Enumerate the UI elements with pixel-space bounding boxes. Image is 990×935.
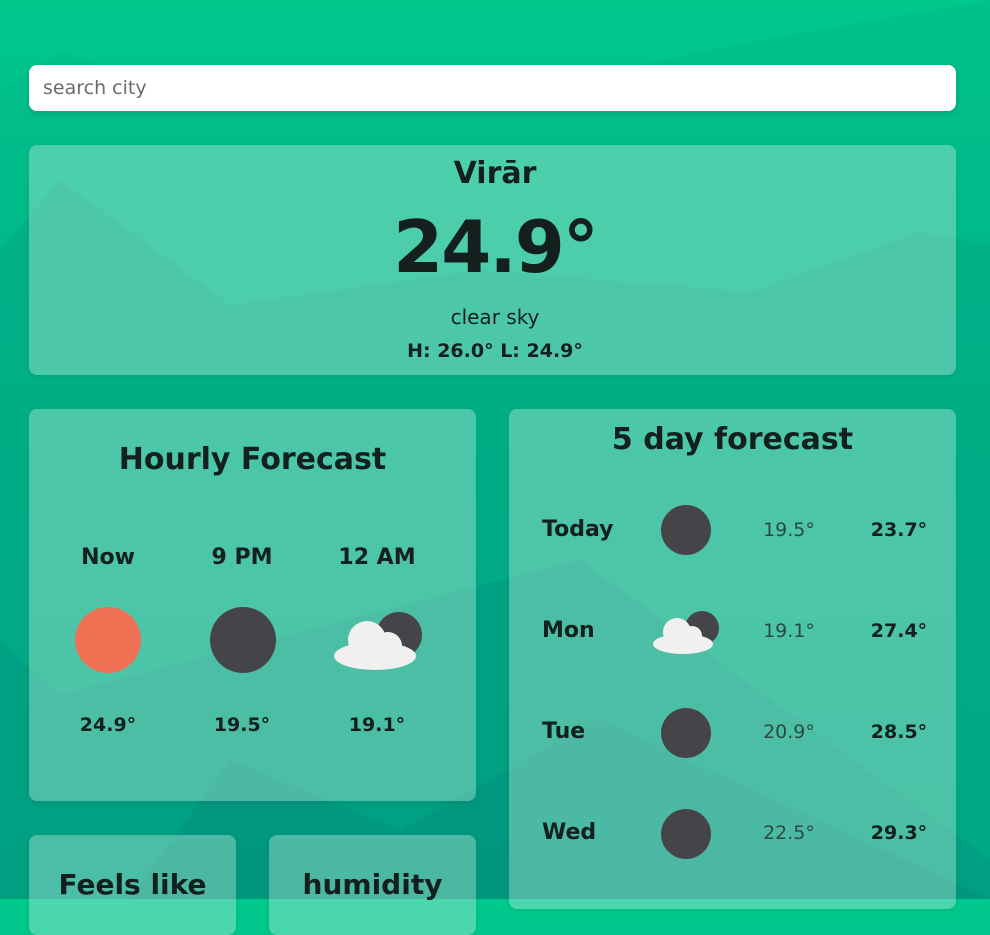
daily-day-label: Mon <box>542 618 595 643</box>
cloudy-night-icon <box>652 609 720 659</box>
moon-icon <box>661 809 711 859</box>
daily-row: Mon 19.1° 27.4° <box>509 601 956 661</box>
daily-high-temp: 23.7° <box>870 519 928 541</box>
hourly-temp: 24.9° <box>79 714 137 736</box>
daily-day-label: Wed <box>542 820 597 845</box>
moon-icon <box>661 505 711 555</box>
sun-icon <box>75 607 141 673</box>
humidity-title: humidity <box>302 868 443 901</box>
daily-high-temp: 29.3° <box>870 822 928 844</box>
daily-low-temp: 19.5° <box>763 519 815 541</box>
daily-row: Today 19.5° 23.7° <box>509 500 956 560</box>
daily-day-label: Tue <box>542 719 586 744</box>
daily-day-label: Today <box>542 517 614 542</box>
current-temperature: 24.9° <box>393 205 599 289</box>
hourly-time-label: 12 AM <box>338 545 416 570</box>
daily-row: Tue 20.9° 28.5° <box>509 702 956 762</box>
hourly-item: 9 PM <box>182 545 302 570</box>
moon-icon <box>210 607 276 673</box>
daily-low-temp: 22.5° <box>763 822 815 844</box>
hourly-forecast-title: Hourly Forecast <box>118 442 387 477</box>
hourly-time-label: 9 PM <box>211 545 273 570</box>
daily-row: Wed 22.5° 29.3° <box>509 803 956 863</box>
high-low-temperature: H: 26.0° L: 24.9° <box>407 340 583 362</box>
daily-high-temp: 28.5° <box>870 721 928 743</box>
daily-low-temp: 20.9° <box>763 721 815 743</box>
search-input[interactable] <box>41 64 956 112</box>
hourly-temp: 19.1° <box>348 714 406 736</box>
moon-icon <box>661 708 711 758</box>
hourly-item: 12 AM <box>317 545 437 570</box>
cloudy-night-icon <box>333 610 425 676</box>
daily-forecast-title: 5 day forecast <box>611 422 854 457</box>
hourly-temp: 19.5° <box>213 714 271 736</box>
daily-low-temp: 19.1° <box>763 620 815 642</box>
feels-like-title: Feels like <box>58 868 207 901</box>
hourly-item: Now <box>48 545 168 570</box>
weather-description: clear sky <box>450 305 540 329</box>
city-name: Virār <box>453 156 537 191</box>
daily-high-temp: 27.4° <box>870 620 928 642</box>
hourly-time-label: Now <box>81 545 135 570</box>
search-bar[interactable] <box>29 64 956 112</box>
